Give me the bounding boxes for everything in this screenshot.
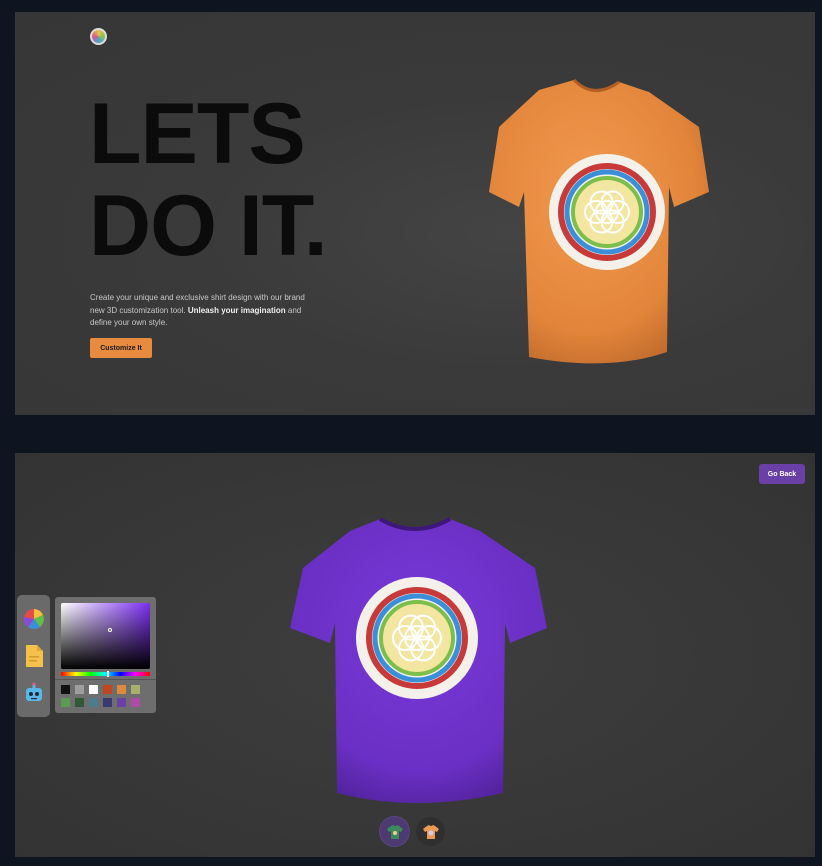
hero-description: Create your unique and exclusive shirt d… xyxy=(90,292,320,330)
filter-stylish-shirt[interactable] xyxy=(416,817,445,846)
go-back-button[interactable]: Go Back xyxy=(759,464,805,484)
logo-icon xyxy=(90,28,107,45)
shirt-3d-model[interactable] xyxy=(469,72,719,372)
hue-slider[interactable] xyxy=(61,672,150,676)
tab-color-picker[interactable] xyxy=(22,607,46,631)
editor-tabs xyxy=(17,595,50,717)
color-swatch[interactable] xyxy=(75,698,84,707)
shirt-3d-model[interactable] xyxy=(285,513,547,808)
logo-shirt-icon xyxy=(386,824,403,839)
saturation-area[interactable] xyxy=(61,603,150,669)
color-swatch[interactable] xyxy=(117,685,126,694)
tab-file-picker[interactable] xyxy=(22,644,46,668)
color-swatch[interactable] xyxy=(75,685,84,694)
saturation-handle[interactable] xyxy=(108,628,112,632)
hero-title: LETS DO IT. xyxy=(89,86,328,274)
color-wheel-icon xyxy=(23,609,44,630)
color-swatch[interactable] xyxy=(131,685,140,694)
hero-title-line2: DO IT. xyxy=(89,178,328,274)
tab-ai-picker[interactable] xyxy=(22,681,46,705)
mandala-logo xyxy=(366,587,468,689)
color-swatch[interactable] xyxy=(103,698,112,707)
filter-tabs xyxy=(380,817,445,846)
color-swatch[interactable] xyxy=(89,685,98,694)
hue-slider-handle[interactable] xyxy=(107,671,109,677)
hero-description-bold: Unleash your imagination xyxy=(187,305,286,315)
ai-robot-icon xyxy=(25,682,42,701)
color-swatch[interactable] xyxy=(61,698,70,707)
preset-swatches xyxy=(61,685,146,707)
color-picker xyxy=(55,597,156,713)
landing-panel: LETS DO IT. Create your unique and exclu… xyxy=(15,12,815,415)
color-swatch[interactable] xyxy=(61,685,70,694)
color-swatch[interactable] xyxy=(131,698,140,707)
customize-it-button[interactable]: Customize It xyxy=(90,338,152,358)
color-swatch[interactable] xyxy=(103,685,112,694)
color-picker-divider xyxy=(55,679,156,680)
customizer-panel: Go Back xyxy=(15,453,815,857)
color-swatch[interactable] xyxy=(117,698,126,707)
filter-logo-shirt[interactable] xyxy=(380,817,409,846)
color-swatch[interactable] xyxy=(89,698,98,707)
hero-title-line1: LETS xyxy=(89,86,306,182)
stylish-shirt-icon xyxy=(422,824,439,839)
file-icon xyxy=(25,644,43,667)
mandala-logo xyxy=(558,163,656,261)
